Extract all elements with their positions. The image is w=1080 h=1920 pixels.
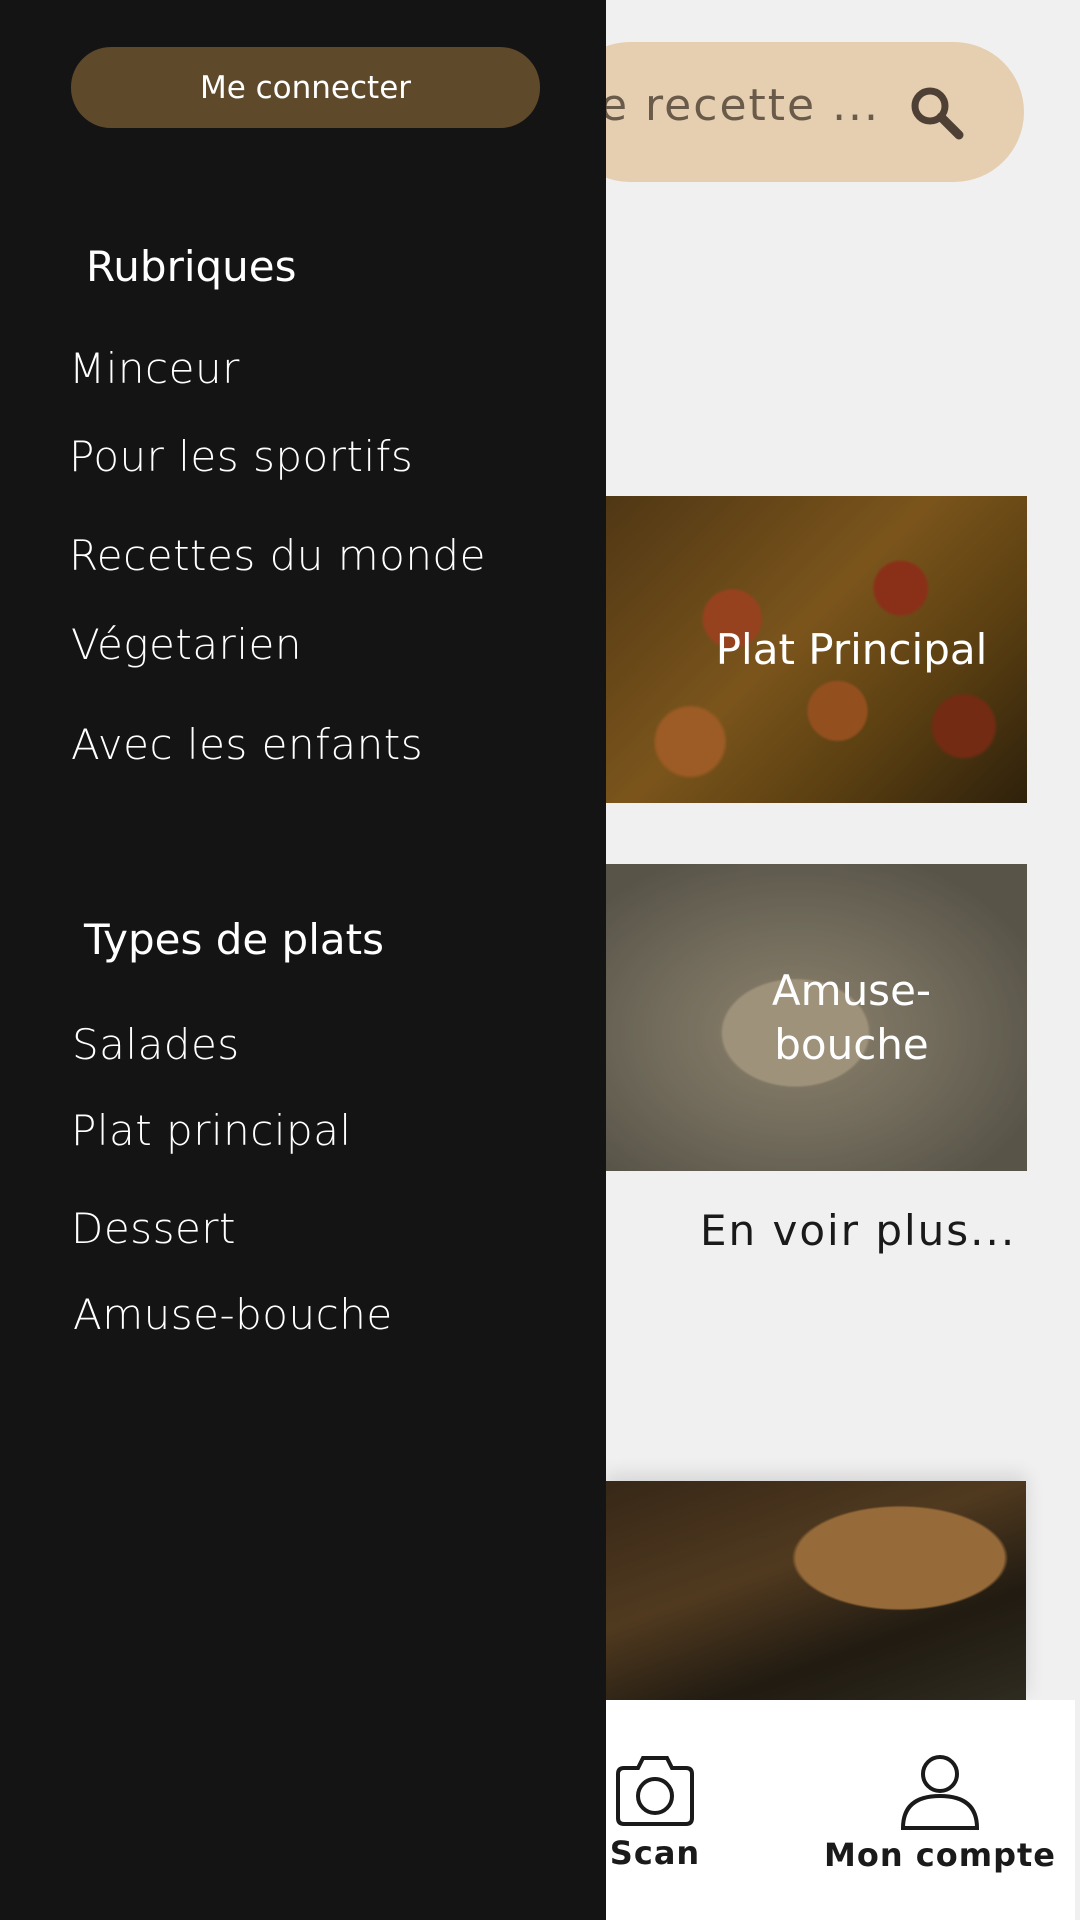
search-bar[interactable]: e recette ... [560, 42, 1024, 182]
category-card-plat-principal[interactable]: Plat Principal [606, 496, 1027, 803]
menu-item-recettes-du-monde[interactable]: Recettes du monde [69, 531, 486, 580]
user-icon [900, 1755, 980, 1830]
card-label: Amuse-bouche [771, 965, 932, 1069]
menu-item-avec-les-enfants[interactable]: Avec les enfants [71, 720, 423, 769]
see-more-link[interactable]: En voir plus... [700, 1206, 1016, 1255]
category-card-amuse-bouche[interactable]: Amuse-bouche [606, 864, 1027, 1171]
navigation-drawer: Me connecter Rubriques Minceur Pour les … [0, 0, 606, 1920]
nav-scan[interactable]: Scan [590, 1700, 720, 1920]
section-title-types-de-plats: Types de plats [84, 915, 384, 964]
menu-item-sportifs[interactable]: Pour les sportifs [69, 432, 413, 481]
menu-item-dessert[interactable]: Dessert [71, 1204, 236, 1253]
search-placeholder: e recette ... [600, 80, 881, 131]
card-label: Plat Principal [715, 624, 988, 674]
menu-item-amuse-bouche[interactable]: Amuse-bouche [73, 1290, 393, 1339]
menu-item-plat-principal[interactable]: Plat principal [71, 1106, 352, 1155]
menu-item-salades[interactable]: Salades [72, 1020, 240, 1069]
nav-account-label: Mon compte [824, 1836, 1056, 1874]
menu-item-minceur[interactable]: Minceur [69, 344, 240, 393]
menu-item-vegetarien[interactable]: Végetarien [71, 620, 302, 669]
login-button[interactable]: Me connecter [71, 47, 540, 128]
section-title-rubriques: Rubriques [86, 242, 297, 291]
camera-icon [616, 1756, 694, 1826]
nav-scan-label: Scan [609, 1834, 701, 1872]
nav-account[interactable]: Mon compte [810, 1700, 1070, 1920]
search-icon[interactable] [908, 84, 966, 142]
recipe-card-image[interactable] [606, 1481, 1026, 1701]
